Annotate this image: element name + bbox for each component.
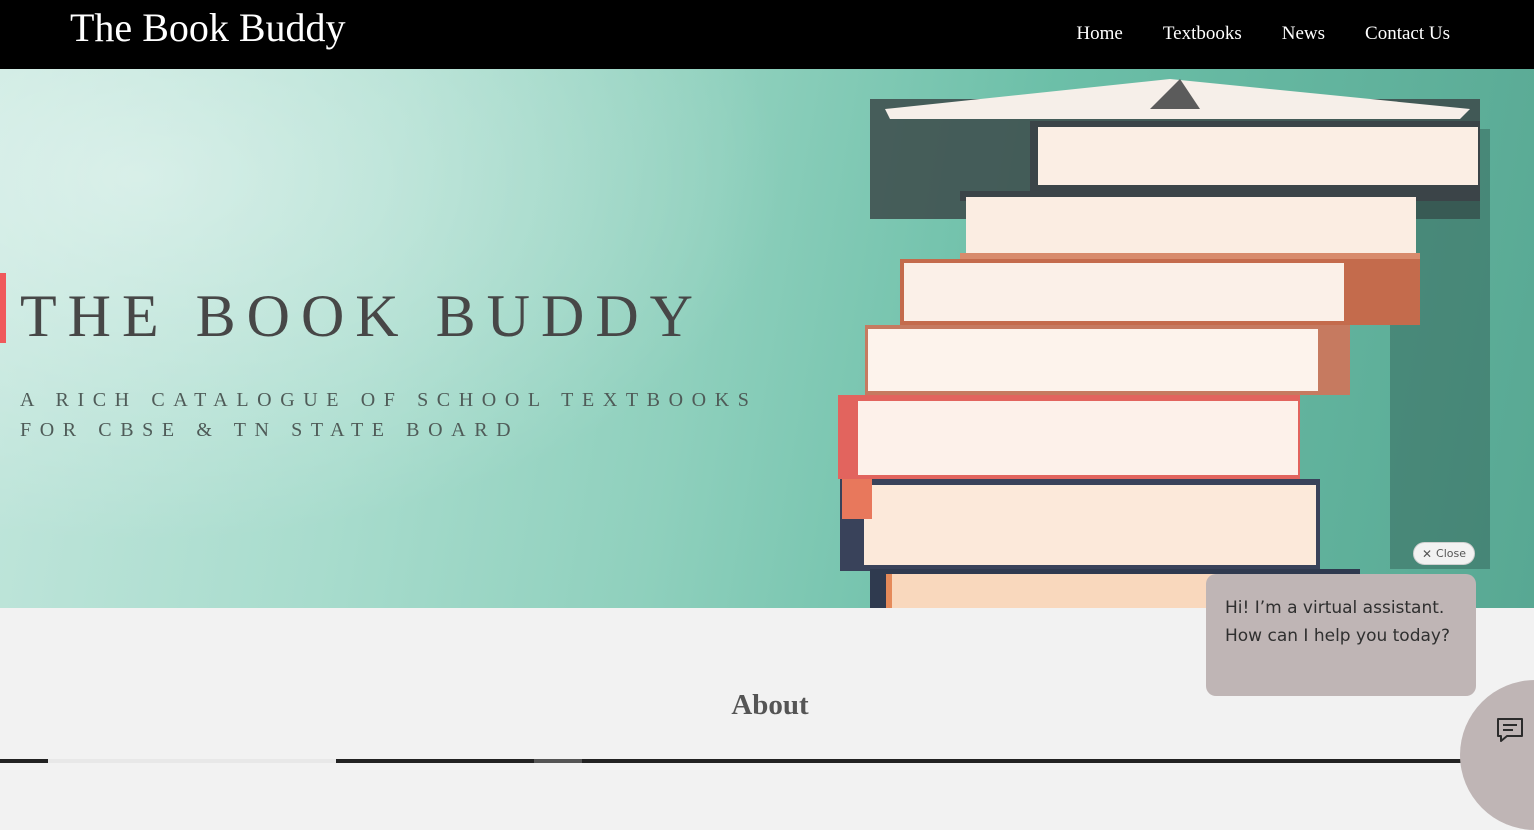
hero-subtitle: A RICH CATALOGUE OF SCHOOL TEXTBOOKS FOR… (20, 389, 758, 441)
nav-home[interactable]: Home (1076, 22, 1122, 46)
hero-accent-bar (0, 273, 6, 343)
nav-contact-us[interactable]: Contact Us (1365, 22, 1450, 46)
next-section-edge (0, 759, 1534, 763)
close-icon: ✕ (1421, 546, 1433, 561)
chat-close-label: Close (1436, 547, 1467, 560)
chat-icon (1497, 718, 1523, 742)
site-title[interactable]: The Book Buddy (70, 6, 346, 50)
next-section-segment (534, 759, 582, 763)
next-section-segment (48, 759, 336, 763)
chat-close-button[interactable]: ✕ Close (1413, 542, 1475, 565)
hero-banner: THE BOOK BUDDY A RICH CATALOGUE OF SCHOO… (0, 69, 1534, 608)
nav-textbooks[interactable]: Textbooks (1163, 22, 1242, 46)
chat-greeting-bubble[interactable]: Hi! I’m a virtual assistant. How can I h… (1206, 574, 1476, 696)
top-navbar: The Book Buddy Home Textbooks News Conta… (0, 0, 1534, 69)
hero-title: THE BOOK BUDDY (20, 283, 704, 349)
main-nav: Home Textbooks News Contact Us (1076, 22, 1450, 46)
book-stack-image (838, 79, 1490, 608)
nav-news[interactable]: News (1282, 22, 1325, 46)
